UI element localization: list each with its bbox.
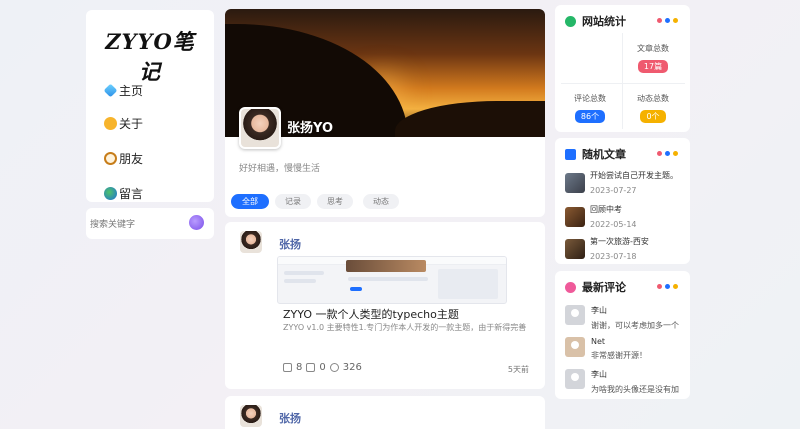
article-thumb (565, 206, 585, 227)
random-title: 随机文章 (582, 148, 626, 161)
tab-all[interactable]: 全部 (231, 194, 269, 209)
like-icon[interactable] (306, 363, 316, 372)
stat-articles: 文章总数 17篇 (622, 43, 684, 73)
comments-title: 最新评论 (582, 281, 626, 294)
nav-label: 关于 (119, 117, 144, 131)
stats-header: 网站统计 (565, 13, 626, 29)
avatar[interactable] (239, 404, 263, 428)
nav-item-about[interactable]: 关于 (104, 115, 143, 132)
profile-bio: 好好相遇，慢慢生活 (239, 164, 321, 174)
comment-item[interactable]: 李山谢谢，可以考虑加多一个 (565, 305, 679, 331)
avatar (565, 337, 585, 357)
profile-card: 张扬YO 好好相遇，慢慢生活 全部 记录 思考 动态 (225, 9, 545, 217)
comment-text[interactable]: 谢谢，可以考虑加多一个 (591, 320, 679, 331)
stats-card: 网站统计 文章总数 17篇 评论总数 86个 动态总数 0个 (555, 5, 690, 132)
stat-label: 文章总数 (637, 44, 669, 53)
dots-icon (657, 151, 678, 156)
smiley-icon (104, 117, 117, 130)
comment-text[interactable]: 非常感谢开源！ (591, 350, 647, 361)
random-item[interactable]: 第一次旅游-西安 2023-07-18 (565, 236, 649, 261)
article-thumb (565, 238, 585, 259)
nav-item-friends[interactable]: 朋友 (104, 150, 143, 167)
article-title[interactable]: 第一次旅游-西安 (590, 236, 649, 247)
post-title[interactable]: ZYYO 一款个人类型的typecho主题 (283, 306, 459, 322)
random-header: 随机文章 (565, 146, 626, 162)
tab-moments[interactable]: 动态 (363, 194, 399, 209)
stat-badge: 0个 (640, 110, 666, 123)
check-icon (565, 15, 576, 27)
random-articles-card: 随机文章 开始尝试自己开发主题。 2023-07-27 回顾中考 2022-05-1… (555, 138, 690, 264)
view-count: 326 (342, 362, 362, 373)
profile-avatar[interactable] (239, 107, 281, 149)
nav-item-home[interactable]: 主页 (103, 82, 144, 99)
chat-icon (565, 281, 576, 293)
comment-author: 李山 (591, 370, 607, 379)
comment-count: 8 (296, 362, 303, 373)
nav-label: 主页 (119, 84, 144, 98)
comment-text[interactable]: 为啥我的头像还是没有加 (591, 384, 679, 395)
nav-item-guestbook[interactable]: 留言 (104, 185, 143, 202)
article-date: 2022-05-14 (590, 220, 637, 229)
tab-records[interactable]: 记录 (275, 194, 311, 209)
like-count: 0 (319, 362, 326, 373)
tab-thoughts[interactable]: 思考 (317, 194, 353, 209)
latest-comments-card: 最新评论 李山 谢谢，可以考虑加多一个 Net 非常感谢开源！ 李山 为啥我的头像还是… (555, 271, 690, 399)
avatar[interactable] (239, 230, 263, 254)
comment-icon (283, 363, 292, 372)
hill-shape (395, 101, 545, 137)
stat-badge: 17篇 (637, 60, 669, 73)
stats-title: 网站统计 (582, 15, 626, 28)
comment-item[interactable]: Net 非常感谢开源！ (565, 337, 647, 361)
nav-label: 留言 (119, 187, 144, 201)
stat-label: 评论总数 (574, 94, 606, 103)
search-icon[interactable] (189, 215, 204, 230)
nav-label: 朋友 (119, 152, 144, 166)
comment-item[interactable]: 李山为啥我的头像还是没有加 (565, 369, 679, 395)
comment-author: Net (591, 337, 606, 346)
post-excerpt: ZYYO v1.0 主要特性1.专门为作本人开发的一款主题，由于新得完善 (283, 323, 527, 332)
article-date: 2023-07-27 (590, 186, 637, 195)
search-input[interactable]: 搜索关键字 (90, 217, 135, 230)
post-author[interactable]: 张扬 (279, 410, 301, 426)
site-logo[interactable]: ZYYO笔记 (96, 26, 204, 86)
comments-header: 最新评论 (565, 279, 626, 295)
post-card[interactable]: 张扬 ZYYO 一款个人类型的typecho主题 ZYYO v1.0 主要特性1… (225, 222, 545, 389)
nav-card: ZYYO笔记 主页 关于 朋友 留言 (86, 10, 214, 202)
globe-icon (104, 187, 117, 200)
stat-comments: 评论总数 86个 (559, 93, 621, 123)
post-author[interactable]: 张扬 (279, 236, 301, 252)
post-thumbnail[interactable] (277, 256, 507, 304)
stat-moments: 动态总数 0个 (622, 93, 684, 123)
dots-icon (657, 18, 678, 23)
post-time: 5天前 (507, 365, 529, 374)
search-card: 搜索关键字 (86, 208, 214, 239)
post-card[interactable]: 张扬 (225, 396, 545, 429)
article-date: 2023-07-18 (590, 252, 637, 261)
article-title[interactable]: 回顾中考 (590, 204, 637, 215)
article-thumb (565, 172, 585, 193)
stat-badge: 86个 (574, 110, 606, 123)
random-item[interactable]: 开始尝试自己开发主题。 2023-07-27 (565, 170, 678, 195)
article-title[interactable]: 开始尝试自己开发主题。 (590, 170, 678, 181)
avatar (565, 369, 585, 389)
doc-icon (565, 148, 576, 160)
post-meta: 8 0 326 (283, 362, 362, 373)
profile-name: 张扬YO (287, 121, 334, 136)
comment-author: 李山 (591, 306, 607, 315)
clock-icon (104, 152, 117, 165)
eye-icon (329, 363, 339, 372)
avatar (565, 305, 585, 325)
diamond-icon (103, 83, 118, 98)
stat-label: 动态总数 (637, 94, 669, 103)
dots-icon (657, 284, 678, 289)
random-item[interactable]: 回顾中考 2022-05-14 (565, 204, 637, 229)
